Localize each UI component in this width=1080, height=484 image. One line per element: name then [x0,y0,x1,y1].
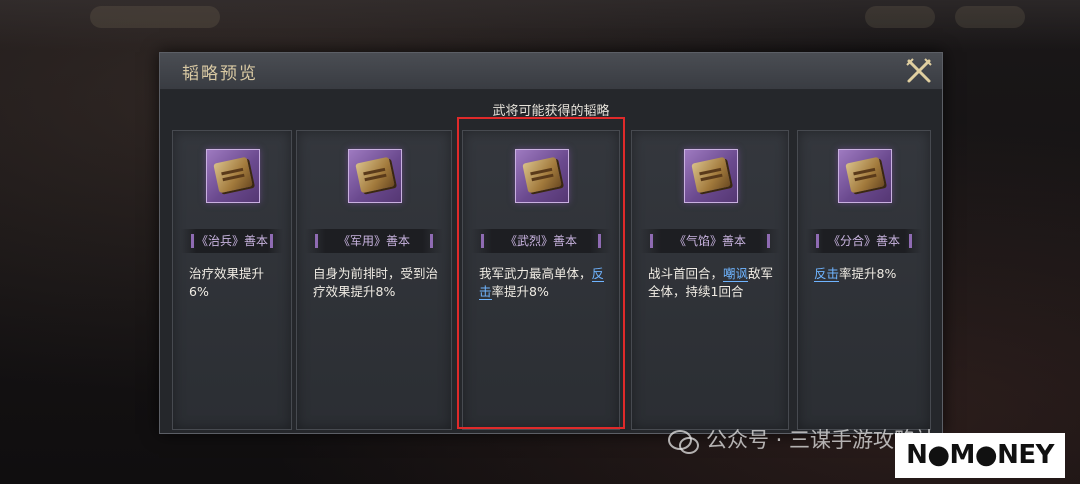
close-icon [906,58,932,83]
desc-text: 自身为前排时，受到治疗效果提升8% [313,266,439,299]
desc-text: 我军武力最高单体， [479,266,592,281]
desc-text: 战斗首回合， [648,266,724,281]
strategy-card-list: 《治兵》善本 治疗效果提升6% 《军用》善本 自身为前排时，受到治疗效果提升8%… [160,130,942,430]
dialog-title: 韬略预览 [182,64,258,84]
card-description: 反击率提升8% [814,265,920,283]
strategy-card[interactable]: 《军用》善本 自身为前排时，受到治疗效果提升8% [296,130,452,430]
nomoney-logo: N●M●NEY [895,433,1065,478]
hud-resource-pill [865,6,935,28]
card-name: 《气馅》善本 [640,229,780,253]
dialog-title-bar: 韬略预览 [160,53,942,90]
stacked-books-icon [515,149,569,203]
strategy-card[interactable]: 《治兵》善本 治疗效果提升6% [172,130,292,430]
strategy-card-selected[interactable]: 《武烈》善本 我军武力最高单体，反击率提升8% [462,130,620,430]
top-hud-blurred [0,0,1080,50]
desc-text: 率提升8% [491,284,549,299]
section-title: 武将可能获得的韬略 [492,104,610,119]
keyword-link[interactable]: 嘲讽 [723,266,749,282]
card-name: 《治兵》善本 [181,229,283,253]
book-bundle-icon [206,149,260,203]
logo-text: N●M●NEY [906,440,1054,470]
close-button[interactable] [903,55,935,87]
dialog-content: 武将可能获得的韬略 《治兵》善本 治疗效果提升6% 《军用》善本 自身为前排时，… [160,90,942,433]
card-description: 自身为前排时，受到治疗效果提升8% [313,265,441,301]
card-name: 《分合》善本 [806,229,922,253]
wechat-icon [668,430,699,454]
card-description: 我军武力最高单体，反击率提升8% [479,265,609,301]
card-description: 战斗首回合，嘲讽敌军全体，持续1回合 [648,265,778,301]
desc-text: 治疗效果提升6% [189,266,265,299]
strategy-preview-dialog: 韬略预览 武将可能获得的韬略 《治兵》善本 治疗效果提升6% 《军用》善本 自身… [159,52,943,434]
rolled-scroll-icon [838,149,892,203]
keyword-link[interactable]: 反击 [814,266,840,282]
strategy-card[interactable]: 《分合》善本 反击率提升8% [797,130,931,430]
scroll-icon [348,149,402,203]
card-name: 《军用》善本 [305,229,443,253]
card-description: 治疗效果提升6% [189,265,281,301]
desc-text: 率提升8% [839,266,897,281]
hud-title-pill [90,6,220,28]
hud-resource-pill [955,6,1025,28]
open-scroll-icon [684,149,738,203]
strategy-card[interactable]: 《气馅》善本 战斗首回合，嘲讽敌军全体，持续1回合 [631,130,789,430]
card-name: 《武烈》善本 [471,229,611,253]
